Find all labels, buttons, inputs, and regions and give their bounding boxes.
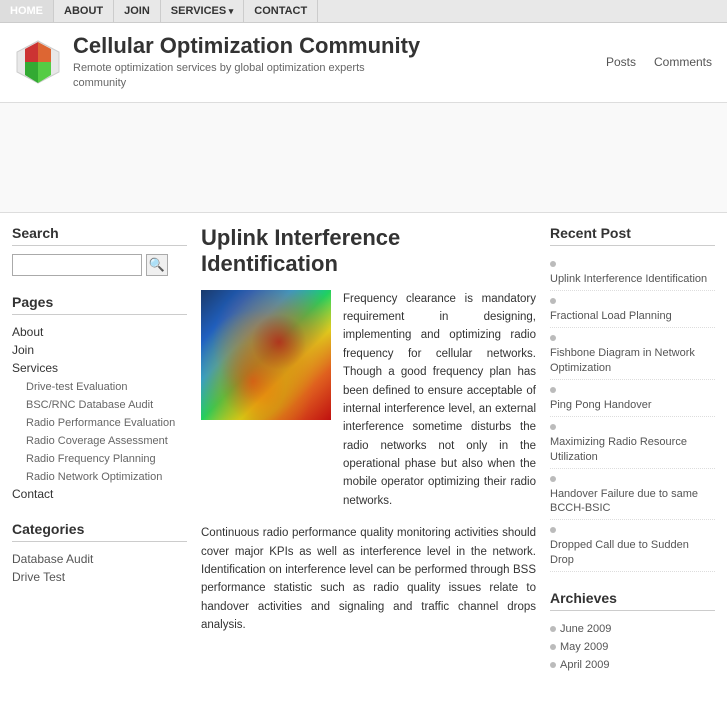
post-image <box>201 290 331 420</box>
archives-list: June 2009 May 2009 April 2009 <box>550 619 715 673</box>
list-item: Handover Failure due to same BCCH-BSIC <box>550 469 715 521</box>
recent-post-5[interactable]: Maximizing Radio Resource Utilization <box>550 433 715 466</box>
page-about[interactable]: About <box>12 325 43 339</box>
page-bsc-rnc[interactable]: BSC/RNC Database Audit <box>26 399 153 411</box>
site-info: Cellular Optimization Community Remote o… <box>73 33 420 92</box>
recent-post-2[interactable]: Fractional Load Planning <box>550 307 715 325</box>
post-paragraph-2: Continuous radio performance quality mon… <box>201 524 536 634</box>
list-item: Services <box>12 359 187 377</box>
banner-area <box>0 103 727 213</box>
list-item: Radio Coverage Assessment <box>12 431 187 449</box>
categories-widget: Categories Database Audit Drive Test <box>12 521 187 586</box>
nav-services[interactable]: SERVICES <box>161 0 244 22</box>
recent-post-4[interactable]: Ping Pong Handover <box>550 396 715 414</box>
nav-join[interactable]: JOIN <box>114 0 161 22</box>
site-tagline: Remote optimization services by global o… <box>73 61 420 92</box>
post-body: Frequency clearance is mandatory require… <box>201 290 536 511</box>
category-drive-test[interactable]: Drive Test <box>12 570 65 584</box>
recent-post-1[interactable]: Uplink Interference Identification <box>550 270 715 288</box>
list-item: Fishbone Diagram in Network Optimization <box>550 328 715 380</box>
list-item: Fractional Load Planning <box>550 291 715 328</box>
navigation: HOME ABOUT JOIN SERVICES CONTACT <box>0 0 727 23</box>
site-header: Cellular Optimization Community Remote o… <box>0 23 727 103</box>
search-icon: 🔍 <box>149 257 165 273</box>
list-item: Radio Frequency Planning <box>12 449 187 467</box>
list-item: Dropped Call due to Sudden Drop <box>550 520 715 572</box>
page-radio-perf[interactable]: Radio Performance Evaluation <box>26 417 175 429</box>
list-item: Drive-test Evaluation <box>12 377 187 395</box>
site-logo <box>15 39 61 85</box>
page-join[interactable]: Join <box>12 343 34 357</box>
recent-post-7[interactable]: Dropped Call due to Sudden Drop <box>550 536 715 569</box>
post-content: Uplink Interference Identification Frequ… <box>201 225 536 691</box>
list-item: Drive Test <box>12 568 187 586</box>
search-widget: Search 🔍 <box>12 225 187 276</box>
site-title: Cellular Optimization Community <box>73 33 420 59</box>
heatmap-image <box>201 290 331 420</box>
main-content: Search 🔍 Pages About Join Services Drive… <box>0 213 727 703</box>
heatmap-overlay <box>201 290 331 420</box>
list-item: Join <box>12 341 187 359</box>
page-radio-coverage[interactable]: Radio Coverage Assessment <box>26 435 168 447</box>
list-item: About <box>12 323 187 341</box>
post-title: Uplink Interference Identification <box>201 225 536 278</box>
page-radio-freq[interactable]: Radio Frequency Planning <box>26 453 156 465</box>
recent-posts-list: Uplink Interference Identification Fract… <box>550 254 715 572</box>
archives-widget: Archieves June 2009 May 2009 April 2009 <box>550 590 715 673</box>
archives-title: Archieves <box>550 590 715 611</box>
archive-april-2009[interactable]: April 2009 <box>560 659 610 671</box>
search-title: Search <box>12 225 187 246</box>
recent-posts-title: Recent Post <box>550 225 715 246</box>
categories-list: Database Audit Drive Test <box>12 550 187 586</box>
page-radio-network[interactable]: Radio Network Optimization <box>26 471 162 483</box>
archive-june-2009[interactable]: June 2009 <box>560 623 611 635</box>
list-item: Contact <box>12 485 187 503</box>
posts-link[interactable]: Posts <box>606 55 636 69</box>
header-left: Cellular Optimization Community Remote o… <box>15 33 420 92</box>
list-item: Radio Performance Evaluation <box>12 413 187 431</box>
categories-title: Categories <box>12 521 187 542</box>
header-links: Posts Comments <box>606 55 712 69</box>
pages-title: Pages <box>12 294 187 315</box>
list-item: Database Audit <box>12 550 187 568</box>
list-item: BSC/RNC Database Audit <box>12 395 187 413</box>
list-item: Radio Network Optimization <box>12 467 187 485</box>
search-button[interactable]: 🔍 <box>146 254 168 276</box>
category-db-audit[interactable]: Database Audit <box>12 552 93 566</box>
list-item: May 2009 <box>550 637 715 655</box>
page-services[interactable]: Services <box>12 361 58 375</box>
pages-widget: Pages About Join Services Drive-test Eva… <box>12 294 187 503</box>
recent-post-6[interactable]: Handover Failure due to same BCCH-BSIC <box>550 485 715 518</box>
recent-post-3[interactable]: Fishbone Diagram in Network Optimization <box>550 344 715 377</box>
nav-about[interactable]: ABOUT <box>54 0 114 22</box>
search-box: 🔍 <box>12 254 187 276</box>
recent-posts-widget: Recent Post Uplink Interference Identifi… <box>550 225 715 572</box>
sidebar-right: Recent Post Uplink Interference Identifi… <box>550 225 715 691</box>
list-item: Uplink Interference Identification <box>550 254 715 291</box>
sidebar-left: Search 🔍 Pages About Join Services Drive… <box>12 225 187 691</box>
nav-contact[interactable]: CONTACT <box>244 0 318 22</box>
list-item: April 2009 <box>550 655 715 673</box>
search-input[interactable] <box>12 254 142 276</box>
list-item: Maximizing Radio Resource Utilization <box>550 417 715 469</box>
list-item: Ping Pong Handover <box>550 380 715 417</box>
list-item: June 2009 <box>550 619 715 637</box>
nav-home[interactable]: HOME <box>0 0 54 22</box>
pages-list: About Join Services Drive-test Evaluatio… <box>12 323 187 503</box>
page-contact[interactable]: Contact <box>12 487 53 501</box>
post-paragraph-1: Frequency clearance is mandatory require… <box>343 290 536 511</box>
archive-may-2009[interactable]: May 2009 <box>560 641 608 653</box>
page-drive-test[interactable]: Drive-test Evaluation <box>26 381 128 393</box>
comments-link[interactable]: Comments <box>654 55 712 69</box>
